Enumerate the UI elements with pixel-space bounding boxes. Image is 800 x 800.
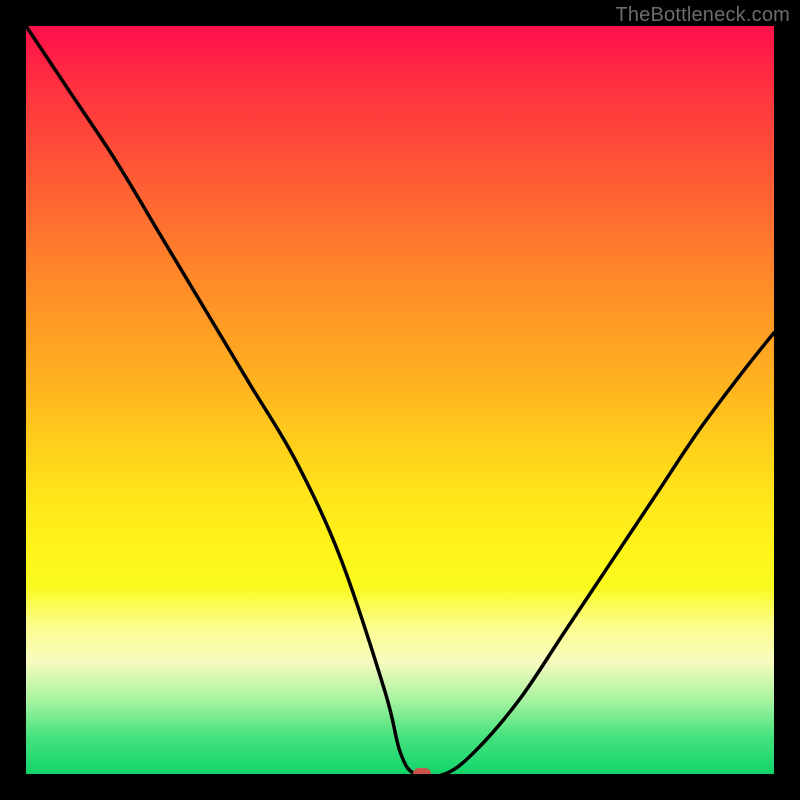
chart-container: TheBottleneck.com	[0, 0, 800, 800]
optimal-marker	[413, 768, 431, 774]
watermark-text: TheBottleneck.com	[615, 4, 790, 27]
bottleneck-curve	[26, 26, 774, 774]
plot-area	[26, 26, 774, 774]
line-chart-svg	[26, 26, 774, 774]
